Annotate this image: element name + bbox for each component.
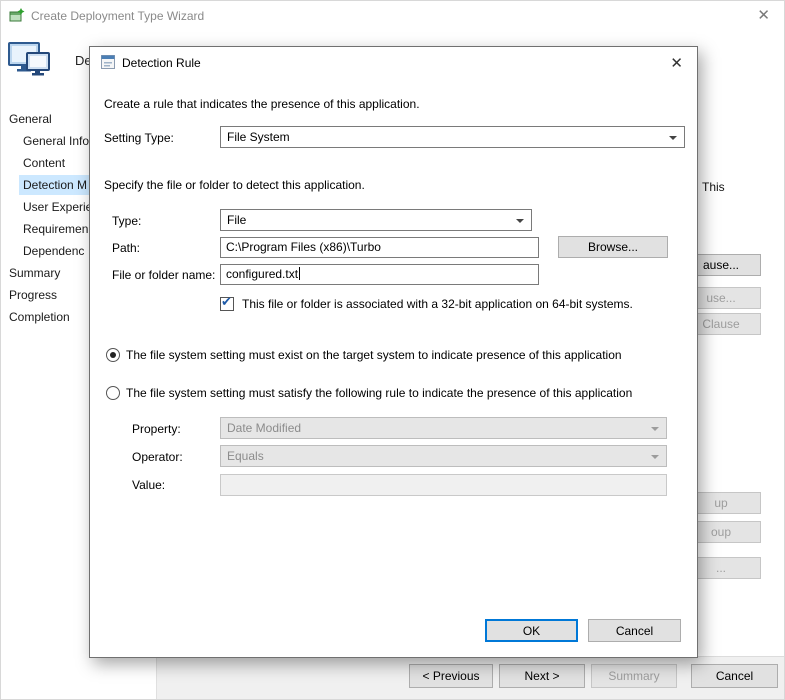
sidebar-item-general[interactable]: General: [9, 109, 52, 129]
wizard-cancel-button[interactable]: Cancel: [691, 664, 778, 688]
radio-dot: [110, 352, 116, 358]
sidebar-item-dependencies[interactable]: Dependenc: [23, 241, 84, 261]
value-input: [220, 474, 667, 496]
property-value: Date Modified: [227, 421, 301, 435]
sidebar-item-summary[interactable]: Summary: [9, 263, 60, 283]
sidebar-item-content[interactable]: Content: [23, 153, 65, 173]
sidebar-item-progress[interactable]: Progress: [9, 285, 57, 305]
text-caret: [299, 267, 300, 280]
radio-must-exist[interactable]: [106, 348, 120, 362]
previous-button[interactable]: < Previous: [409, 664, 493, 688]
detection-rule-dialog: Detection Rule ✕ Create a rule that indi…: [89, 46, 698, 658]
chevron-down-icon: [669, 136, 677, 140]
section-separator: [102, 331, 686, 332]
path-value: C:\Program Files (x86)\Turbo: [226, 240, 381, 254]
path-label: Path:: [112, 240, 140, 256]
file-name-label: File or folder name:: [112, 267, 215, 283]
radio-must-exist-label: The file system setting must exist on th…: [126, 347, 622, 363]
assoc-32bit-checkbox-label: This file or folder is associated with a…: [242, 296, 633, 312]
dialog-intro-text: Create a rule that indicates the presenc…: [104, 97, 420, 111]
file-name-value: configured.txt: [226, 267, 298, 281]
setting-type-select[interactable]: File System: [220, 126, 685, 148]
file-name-input[interactable]: configured.txt: [220, 264, 539, 285]
operator-select: Equals: [220, 445, 667, 467]
detection-rule-icon: [100, 54, 116, 73]
computer-icon: [7, 41, 51, 82]
summary-button[interactable]: Summary: [591, 664, 677, 688]
path-input[interactable]: C:\Program Files (x86)\Turbo: [220, 237, 539, 258]
setting-type-value: File System: [227, 130, 290, 144]
assoc-32bit-checkbox[interactable]: ✔: [220, 297, 234, 311]
section-separator: [102, 162, 686, 163]
clipped-description-text: This: [702, 180, 725, 194]
dialog-title: Detection Rule: [122, 56, 201, 70]
property-label: Property:: [132, 421, 181, 437]
radio-must-satisfy-label: The file system setting must satisfy the…: [126, 385, 632, 401]
create-deployment-type-wizard-window: Create Deployment Type Wizard ✕ De This …: [0, 0, 785, 700]
sidebar-item-requirements[interactable]: Requiremen: [23, 219, 88, 239]
radio-must-satisfy[interactable]: [106, 386, 120, 400]
window-title: Create Deployment Type Wizard: [31, 9, 204, 23]
chevron-down-icon: [651, 427, 659, 431]
ok-button[interactable]: OK: [485, 619, 578, 642]
value-label: Value:: [132, 477, 165, 493]
sidebar-item-completion[interactable]: Completion: [9, 307, 70, 327]
wizard-icon: [9, 7, 26, 27]
property-select: Date Modified: [220, 417, 667, 439]
checkmark-icon: ✔: [221, 295, 232, 309]
specify-text: Specify the file or folder to detect thi…: [104, 178, 365, 192]
setting-type-label: Setting Type:: [104, 130, 174, 146]
chevron-down-icon: [651, 455, 659, 459]
dialog-cancel-button[interactable]: Cancel: [588, 619, 681, 642]
next-button[interactable]: Next >: [499, 664, 585, 688]
type-select[interactable]: File: [220, 209, 532, 231]
chevron-down-icon: [516, 219, 524, 223]
browse-button[interactable]: Browse...: [558, 236, 668, 258]
sidebar-item-user-experience[interactable]: User Experie: [23, 197, 92, 217]
operator-label: Operator:: [132, 449, 183, 465]
type-label: Type:: [112, 213, 141, 229]
operator-value: Equals: [227, 449, 264, 463]
type-value: File: [227, 213, 246, 227]
window-close-icon[interactable]: ✕: [757, 6, 770, 24]
sidebar-item-general-information[interactable]: General Info: [23, 131, 89, 151]
dialog-close-icon[interactable]: ✕: [670, 54, 683, 72]
